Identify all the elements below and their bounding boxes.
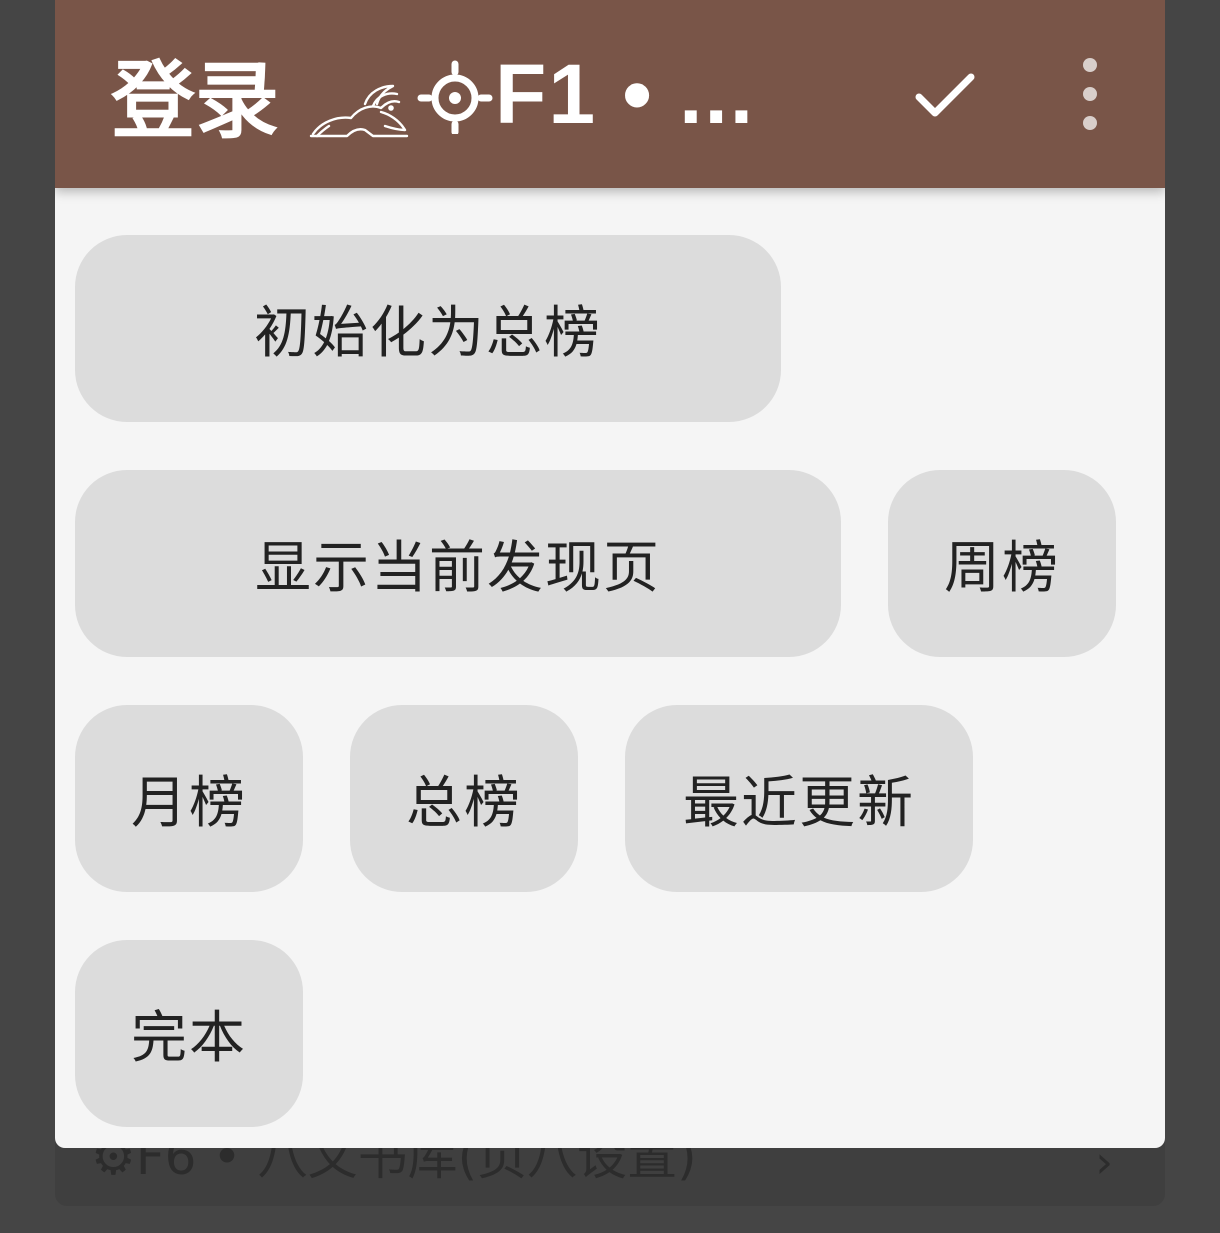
title-suffix: F1 • ... — [495, 46, 756, 141]
weekly-button[interactable]: 周榜 — [888, 470, 1116, 657]
more-options-button[interactable] — [1065, 58, 1115, 130]
monthly-button[interactable]: 月榜 — [75, 705, 303, 892]
sun-gear-icon — [417, 56, 493, 136]
recent-update-button[interactable]: 最近更新 — [625, 705, 973, 892]
more-vert-icon-dot — [1083, 87, 1097, 101]
more-vert-icon — [1083, 58, 1097, 72]
login-dialog: 登录 F1 • ... 初始化为总榜 显示当前发现页 周榜 月榜 总榜 最近更新… — [55, 0, 1165, 1148]
rabbit-icon — [307, 64, 411, 138]
dialog-title: 登录 F1 • ... — [111, 34, 755, 154]
init-total-button[interactable]: 初始化为总榜 — [75, 235, 781, 422]
complete-button[interactable]: 完本 — [75, 940, 303, 1127]
dialog-toolbar: 登录 F1 • ... — [55, 0, 1165, 188]
check-icon — [915, 73, 975, 117]
show-discover-button[interactable]: 显示当前发现页 — [75, 470, 841, 657]
total-button[interactable]: 总榜 — [350, 705, 578, 892]
confirm-button[interactable] — [905, 60, 985, 130]
more-vert-icon-dot — [1083, 116, 1097, 130]
title-text: 登录 — [111, 51, 280, 150]
